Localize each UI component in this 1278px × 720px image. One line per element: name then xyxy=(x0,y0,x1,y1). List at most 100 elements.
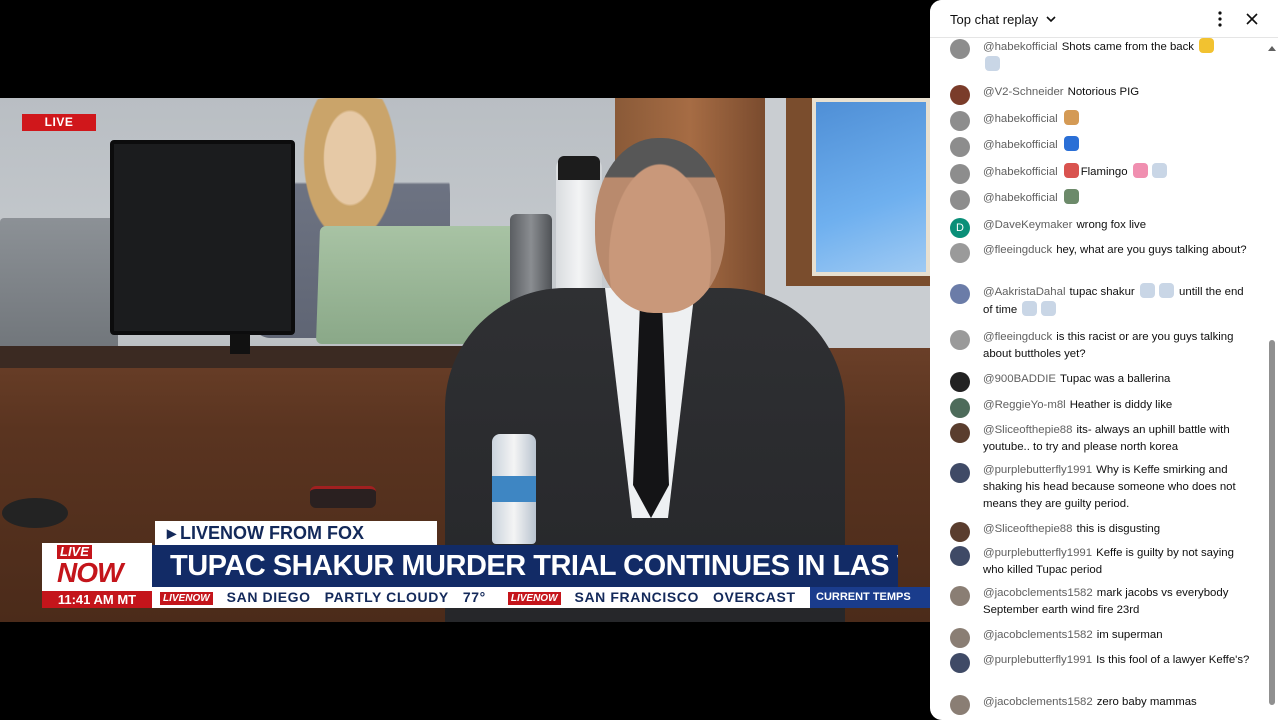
chat-author: @habekofficial xyxy=(983,41,1058,53)
chat-message: @V2-Schneider Notorious PIG xyxy=(950,84,1250,105)
avatar xyxy=(950,39,970,59)
chat-message: @Sliceofthepie88 this is disgusting xyxy=(950,521,1250,542)
rocket-icon xyxy=(1063,163,1079,178)
avatar xyxy=(950,398,970,418)
music-note-icon xyxy=(1041,301,1057,316)
chat-author: @jacobclements1582 xyxy=(983,696,1093,708)
chat-author: @purplebutterfly1991 xyxy=(983,464,1093,476)
broadcast-time: 11:41 AM MT xyxy=(42,591,152,608)
chat-text: Shots came from the back xyxy=(1061,41,1195,53)
chat-author: @ReggieYo-m8l xyxy=(983,399,1066,411)
chat-message: @purplebutterfly1991 Why is Keffe smirkin… xyxy=(950,462,1250,513)
monitor-stand xyxy=(230,334,250,354)
chat-message: @purplebutterfly1991 Is this fool of a la… xyxy=(950,652,1250,673)
desk-monitor xyxy=(110,140,295,335)
chat-message: @fleeingduck is this racist or are you gu… xyxy=(950,329,1250,363)
livenow-logo: LIVE NOW xyxy=(42,543,152,591)
chat-text: Is this fool of a lawyer Keffe's? xyxy=(1096,654,1250,666)
chat-author: @DaveKeymaker xyxy=(983,219,1073,231)
chat-text: wrong fox live xyxy=(1076,219,1147,231)
avatar xyxy=(950,243,970,263)
computer-mouse xyxy=(2,498,68,528)
chat-author: @jacobclements1582 xyxy=(983,629,1093,641)
chat-author: @fleeingduck xyxy=(983,331,1053,343)
close-icon[interactable] xyxy=(1245,12,1259,26)
avatar xyxy=(950,111,970,131)
chat-author: @V2-Schneider xyxy=(983,86,1064,98)
chat-message: @jacobclements1582 im superman xyxy=(950,627,1250,648)
chat-message: @habekofficial Shots came from the back xyxy=(950,38,1250,74)
avatar xyxy=(950,137,970,157)
current-temps-label: CURRENT TEMPS xyxy=(810,587,930,608)
scroll-up-arrow-icon[interactable] xyxy=(1268,44,1276,52)
chat-mode-selector[interactable]: Top chat replay xyxy=(950,12,1038,27)
chat-text: Notorious PIG xyxy=(1067,86,1140,98)
chat-message: @purplebutterfly1991 Keffe is guilty by n… xyxy=(950,545,1250,579)
chat-message: @habekofficial xyxy=(950,136,1250,157)
chat-header: Top chat replay xyxy=(930,0,1278,38)
live-badge: LIVE xyxy=(22,114,96,131)
chat-author: @AakristaDahal xyxy=(983,286,1066,298)
music-notes-icon xyxy=(1151,163,1167,178)
ticker-item: SAN DIEGO xyxy=(226,589,311,605)
chat-message: @habekofficial xyxy=(950,189,1250,210)
chat-message: @jacobclements1582 mark jacobs vs everybo… xyxy=(950,585,1250,619)
chat-message: @Sliceofthepie88 its- always an uphill ba… xyxy=(950,422,1250,456)
emoji-icon xyxy=(1063,189,1079,204)
flamingo-icon xyxy=(1132,163,1148,178)
avatar xyxy=(950,586,970,606)
music-notes-icon xyxy=(1158,283,1174,298)
chevron-right-icon: ▸ xyxy=(167,523,177,543)
chat-author: @habekofficial xyxy=(983,166,1058,178)
avatar: D xyxy=(950,218,970,238)
ticker-item: SAN FRANCISCO xyxy=(574,589,700,605)
chat-text: Flamingo xyxy=(1080,166,1128,178)
chat-message: @jacobclements1582 zero baby mammas xyxy=(950,694,1250,715)
source-label: LIVENOW FROM FOX xyxy=(180,523,365,543)
music-notes-icon xyxy=(985,56,1000,71)
chat-message: @900BADDIE Tupac was a ballerina xyxy=(950,371,1250,392)
chat-author: @habekofficial xyxy=(983,192,1058,204)
chat-text: zero baby mammas xyxy=(1096,696,1197,708)
chat-text: Heather is diddy like xyxy=(1069,399,1173,411)
weather-ticker: LIVENOW SAN DIEGO PARTLY CLOUDY 77° LIVENOW S… xyxy=(152,587,810,608)
live-chat-panel: Top chat replay @habekofficial Shots came… xyxy=(930,0,1278,720)
avatar xyxy=(950,284,970,304)
chevron-down-icon[interactable] xyxy=(1044,12,1058,26)
chat-text: tupac shakur xyxy=(1069,286,1135,298)
avatar xyxy=(950,372,970,392)
avatar xyxy=(950,695,970,715)
chat-author: @purplebutterfly1991 xyxy=(983,547,1093,559)
more-vert-icon[interactable] xyxy=(1212,10,1228,28)
avatar xyxy=(950,330,970,350)
avatar xyxy=(950,463,970,483)
music-note-icon xyxy=(1139,283,1155,298)
chat-author: @Sliceofthepie88 xyxy=(983,424,1073,436)
ticker-item: 77° xyxy=(462,589,486,605)
chat-text: this is disgusting xyxy=(1076,523,1161,535)
emoji-icon xyxy=(1063,136,1079,151)
chat-author: @Sliceofthepie88 xyxy=(983,523,1073,535)
emoji-icon xyxy=(1063,110,1079,125)
chat-message-list[interactable]: @habekofficial Shots came from the back @… xyxy=(930,38,1264,720)
chat-message: @habekofficial xyxy=(950,110,1250,131)
desk-device xyxy=(310,486,376,508)
avatar xyxy=(950,546,970,566)
chat-scrollbar-thumb[interactable] xyxy=(1269,340,1275,705)
avatar xyxy=(950,628,970,648)
music-notes-icon xyxy=(1022,301,1038,316)
avatar xyxy=(950,85,970,105)
emoji-icon xyxy=(1199,38,1215,53)
headline: TUPAC SHAKUR MURDER TRIAL CONTINUES IN L… xyxy=(152,545,898,587)
ticker-brand: LIVENOW xyxy=(507,591,561,605)
chat-author: @jacobclements1582 xyxy=(983,587,1093,599)
water-bottle-label xyxy=(492,476,536,502)
chat-author: @purplebutterfly1991 xyxy=(983,654,1093,666)
avatar xyxy=(950,653,970,673)
chat-text: im superman xyxy=(1096,629,1163,641)
chat-author: @900BADDIE xyxy=(983,373,1056,385)
avatar xyxy=(950,164,970,184)
chat-author: @habekofficial xyxy=(983,113,1058,125)
avatar xyxy=(950,190,970,210)
video-player[interactable]: LIVE ▸ LIVENOW FROM FOX LIVE NOW 11:41 AM… xyxy=(0,0,930,720)
